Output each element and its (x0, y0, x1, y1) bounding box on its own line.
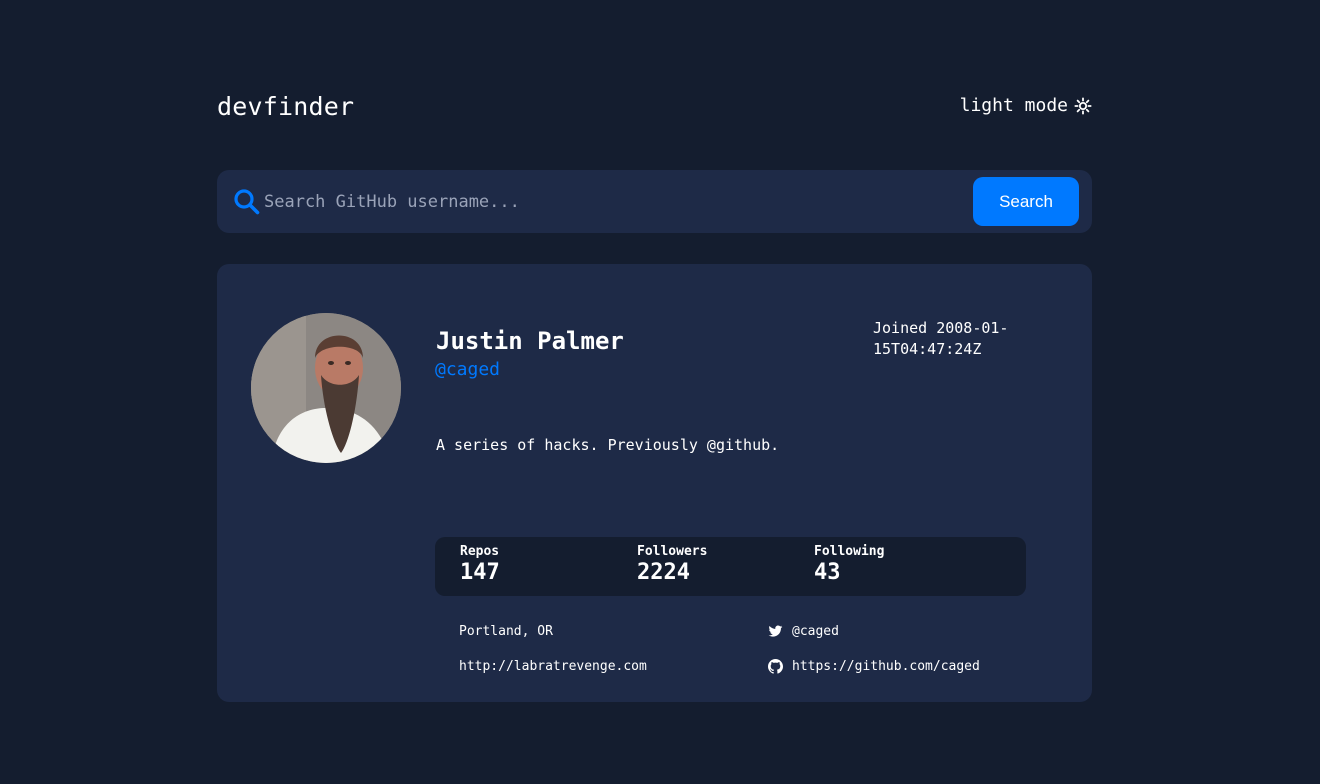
profile-name: Justin Palmer (436, 327, 624, 355)
profile-bio: A series of hacks. Previously @github. (436, 436, 780, 454)
profile-card: Justin Palmer @caged Joined 2008-01-15T0… (217, 264, 1092, 702)
logo: devfinder (217, 92, 355, 121)
search-button[interactable]: Search (973, 177, 1079, 226)
blog-link[interactable]: http://labratrevenge.com (459, 659, 647, 674)
twitter-link[interactable]: @caged (792, 624, 839, 639)
search-bar: Search (217, 170, 1092, 233)
github-icon (768, 659, 783, 674)
stat-value: 147 (460, 560, 500, 585)
stat-repos: Repos 147 (460, 544, 500, 585)
location-item: Portland, OR (459, 624, 553, 639)
stat-followers: Followers 2224 (637, 544, 707, 585)
stats-panel: Repos 147 Followers 2224 Following 43 (435, 537, 1026, 596)
stat-value: 43 (814, 560, 841, 585)
github-link[interactable]: https://github.com/caged (792, 659, 980, 674)
stat-label: Followers (637, 544, 708, 559)
search-icon (233, 188, 260, 215)
theme-toggle-label: light mode (959, 95, 1068, 116)
search-input[interactable] (264, 186, 954, 218)
stat-label: Following (814, 544, 885, 559)
header: devfinder light mode (217, 92, 1092, 126)
sun-icon (1074, 96, 1092, 115)
avatar (251, 313, 401, 463)
twitter-item[interactable]: @caged (768, 624, 839, 639)
blog-item[interactable]: http://labratrevenge.com (459, 659, 647, 674)
stat-value: 2224 (637, 560, 690, 585)
joined-date: Joined 2008-01-15T04:47:24Z (873, 319, 1009, 358)
stat-following: Following 43 (814, 544, 884, 585)
theme-toggle[interactable]: light mode (960, 95, 1092, 116)
twitter-icon (768, 624, 783, 639)
location-text: Portland, OR (459, 624, 553, 639)
github-item[interactable]: https://github.com/caged (768, 659, 980, 674)
profile-login[interactable]: @caged (435, 359, 500, 380)
stat-label: Repos (460, 544, 500, 559)
